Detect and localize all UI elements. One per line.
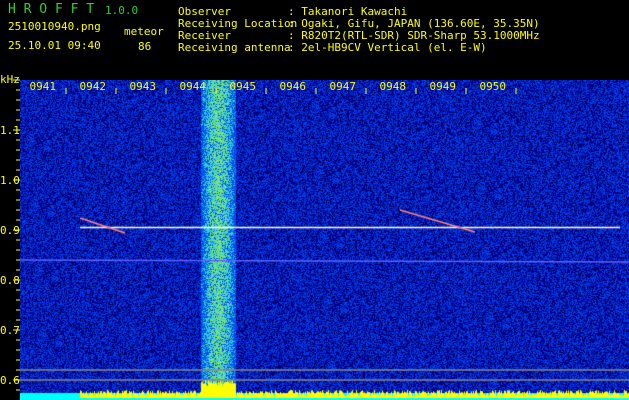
x-tick-label: 0946: [280, 80, 307, 93]
x-tick-label: 0947: [330, 80, 357, 93]
x-tick-label: 0944: [180, 80, 207, 93]
x-tick-label: 0943: [130, 80, 157, 93]
chart-axes: kHz 0941 0942 0943 0944 0945 0946 0947 0948 0949…: [0, 73, 517, 391]
x-tick-label: 0948: [380, 80, 407, 93]
x-tick-label: 0949: [430, 80, 457, 93]
x-tick-label: 0945: [230, 80, 257, 93]
x-tick-label: 0942: [80, 80, 107, 93]
x-tick-label: 0941: [30, 80, 57, 93]
x-tick-label: 0950: [480, 80, 507, 93]
